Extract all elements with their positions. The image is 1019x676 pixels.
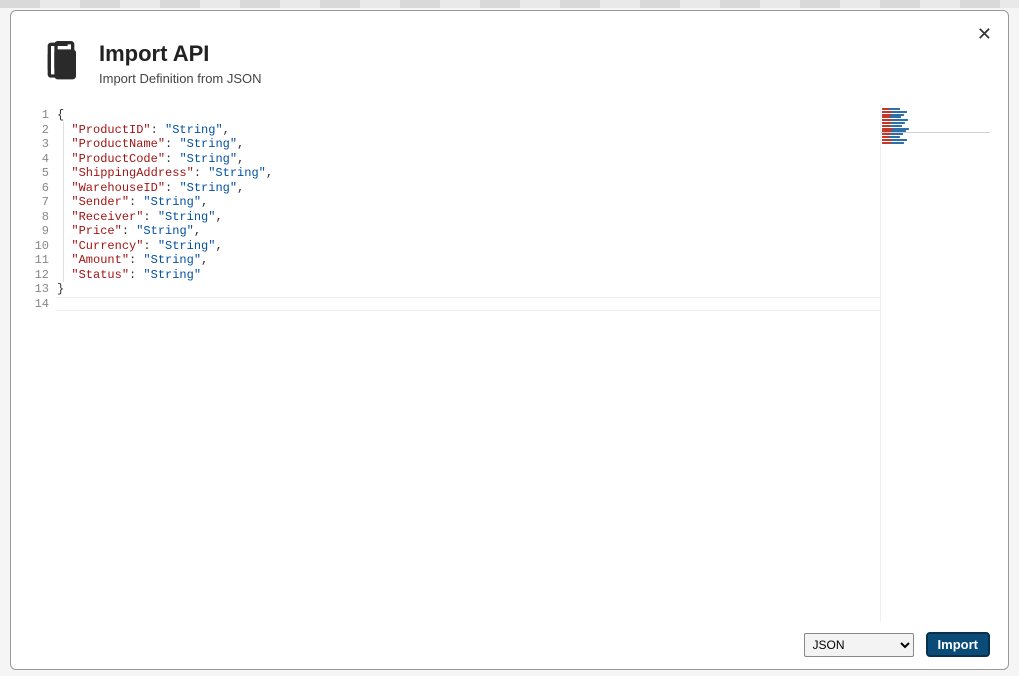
code-content-area[interactable]: { "ProductID": "String", "ProductName": … [57, 106, 880, 622]
format-select[interactable]: JSON [804, 633, 914, 657]
minimap-viewport-line [881, 132, 990, 133]
code-editor[interactable]: 1234567891011121314 { "ProductID": "Stri… [23, 106, 990, 622]
dialog-title: Import API [99, 41, 262, 67]
background-blur [0, 0, 1019, 8]
header-text: Import API Import Definition from JSON [99, 41, 262, 86]
dialog-subtitle: Import Definition from JSON [99, 71, 262, 86]
dialog-header: Import API Import Definition from JSON [11, 11, 1008, 96]
minimap-content [882, 108, 912, 144]
import-icon [41, 41, 81, 86]
line-number-gutter: 1234567891011121314 [23, 106, 57, 622]
import-button[interactable]: Import [926, 632, 990, 657]
dialog-footer: JSON Import [11, 622, 1008, 669]
close-button[interactable]: ✕ [977, 25, 992, 43]
code-minimap[interactable] [880, 106, 990, 622]
import-api-dialog: ✕ Import API Import Definition from JSON… [10, 10, 1009, 670]
